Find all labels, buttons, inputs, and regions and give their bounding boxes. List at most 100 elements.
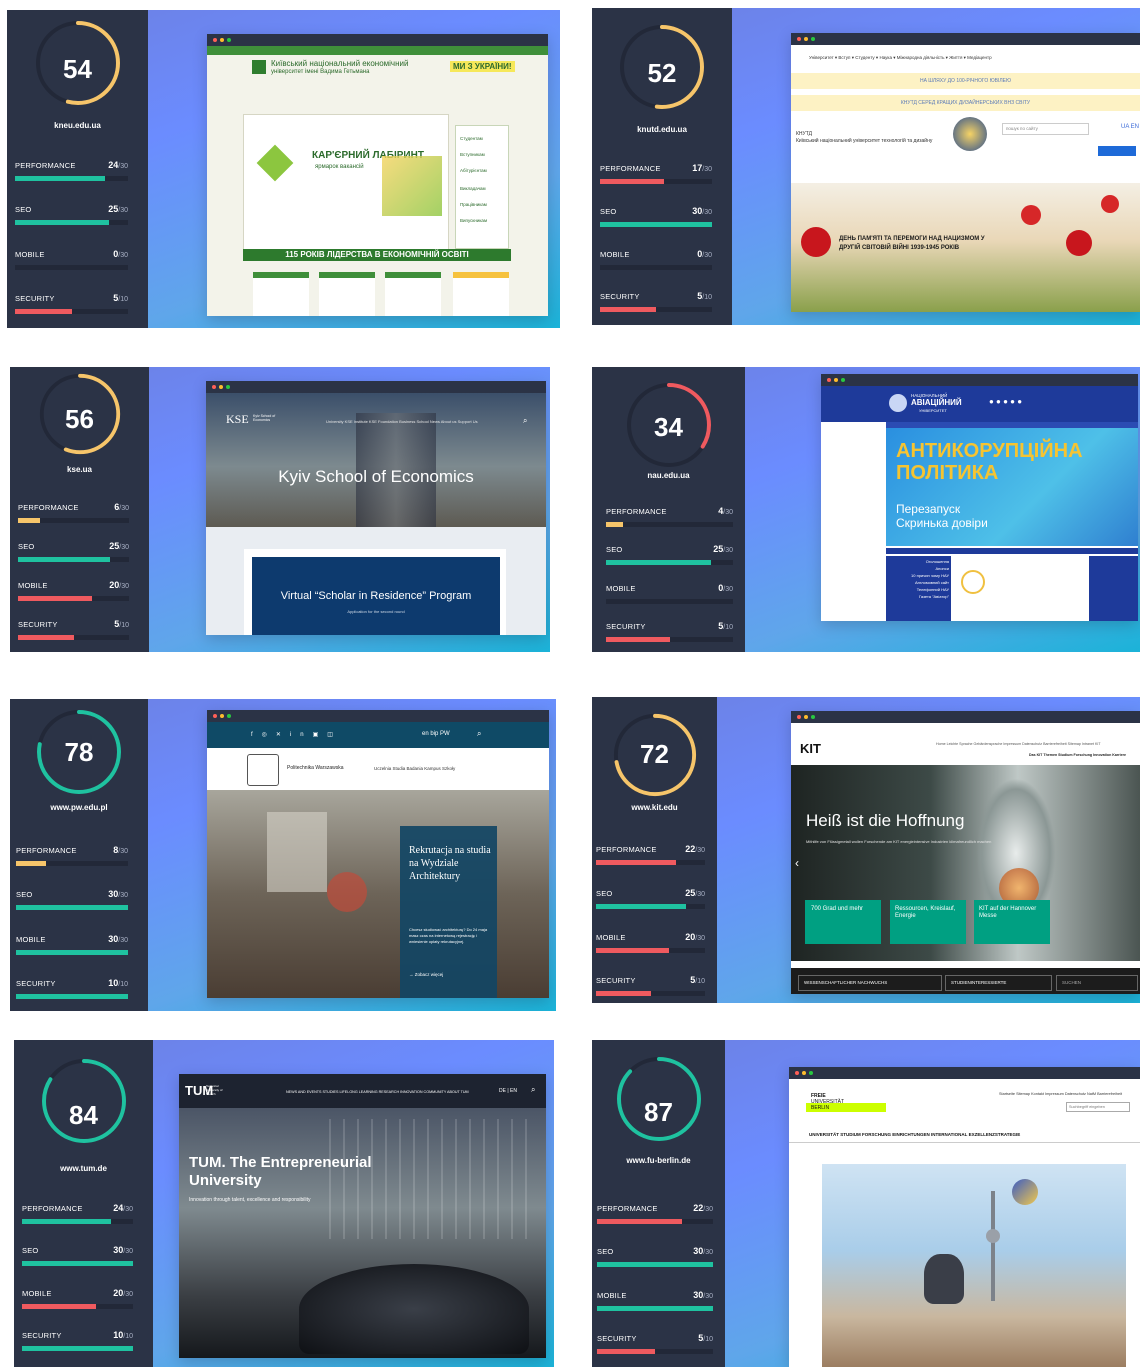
overall-score: 54 (63, 54, 92, 84)
metric-seo: SEO 30/30 (22, 1245, 133, 1272)
feature-tile[interactable]: Ressourcen, Kreislauf, Energie (895, 906, 961, 920)
search-icon[interactable]: ⌕ (523, 416, 527, 426)
metric-security: SECURITY 5/10 (18, 619, 129, 646)
site-nav[interactable]: Університет ▾ Вступ ▾ Студенту ▾ Наука ▾… (809, 55, 992, 61)
feature-card-link[interactable]: → Zobacz więcej (409, 972, 443, 977)
bottom-link[interactable]: WISSENSCHAFTLICHER NACHWUCHS (798, 975, 942, 991)
side-menu-item[interactable]: Англомовний сайт (889, 580, 949, 585)
metric-bar (16, 950, 128, 955)
site-nav[interactable]: UNIVERSITÄT STUDIUM FORSCHUNG EINRICHTUN… (809, 1132, 1020, 1137)
site-nav[interactable]: NEWS AND EVENTS STUDIES LIFELONG LEARNIN… (286, 1090, 469, 1094)
search-icon[interactable]: ⌕ (531, 1085, 535, 1095)
social-icons[interactable]: f◎✕in▣◫ (251, 731, 342, 738)
hero-title: Kyiv School of Economics (278, 467, 474, 486)
score-panel: 87 www.fu-berlin.de PERFORMANCE 22/30 SEO… (592, 1040, 725, 1367)
metric-performance: PERFORMANCE 17/30 (600, 163, 712, 190)
side-link[interactable]: Випускникам (460, 218, 487, 223)
side-menu-item[interactable]: Анонси (889, 566, 949, 571)
side-menu-item[interactable]: 10 причин чому НАУ (889, 573, 949, 578)
metric-bar (597, 1349, 655, 1354)
card-kse: 56 kse.ua PERFORMANCE 6/30 SEO 25/30 MOBIL… (10, 367, 550, 652)
banner-footer: 115 РОКІВ ЛІДЕРСТВА В ЕКОНОМІЧНІЙ ОСВІТІ (243, 249, 511, 261)
overall-score: 56 (65, 404, 94, 434)
top-links[interactable]: en bip PW (422, 731, 450, 737)
site-nav[interactable]: Uczelnia Studia Badania Kampus Szkoły (374, 766, 455, 771)
logo-bottom: УНІВЕРСИТЕТ (919, 408, 947, 413)
card-fu-berlin: 87 www.fu-berlin.de PERFORMANCE 22/30 SEO… (592, 1040, 1140, 1367)
feature-card-title[interactable]: Rekrutacja na studia na Wydziale Archite… (409, 844, 491, 883)
browser-window: KSE Kyiv School of Economics University … (206, 381, 546, 635)
uni-full: Київський національний університет техно… (796, 138, 933, 144)
side-menu-item[interactable]: Газета "Авіатор" (889, 594, 949, 599)
metric-bar (22, 1261, 133, 1266)
hero-title: University (189, 1172, 262, 1189)
site-domain: kneu.edu.ua (54, 121, 101, 130)
site-logo[interactable]: KSE (226, 412, 249, 427)
side-link[interactable]: Викладачам (460, 186, 486, 191)
browser-titlebar (207, 34, 548, 46)
university-name[interactable]: Politechnika Warszawska (287, 765, 344, 771)
site-domain: knutd.edu.ua (637, 125, 687, 134)
site-nav[interactable]: University KSE Institute KSE Foundation … (326, 419, 478, 424)
score-panel: 56 kse.ua PERFORMANCE 6/30 SEO 25/30 MOBIL… (10, 367, 149, 652)
carousel-prev[interactable]: ‹ (795, 856, 799, 870)
side-link[interactable]: Вступникам (460, 152, 485, 157)
notice-banner: КНУТД СЕРЕД КРАЩИХ ДИЗАЙНЕРСЬКИХ ВНЗ СВІ… (791, 95, 1140, 111)
feature-tile[interactable]: KIT auf der Hannover Messe (979, 906, 1045, 920)
search-input[interactable]: пошук по сайту (1002, 123, 1089, 135)
metric-mobile: MOBILE 30/30 (16, 934, 128, 961)
top-links[interactable]: Startseite Sitemap Kontakt Impressum Dat… (999, 1092, 1122, 1096)
side-link[interactable]: Працівникам (460, 202, 487, 207)
side-menu-item[interactable]: Телефонний НАУ (889, 587, 949, 592)
metric-bar (22, 1304, 97, 1309)
site-domain: www.pw.edu.pl (50, 803, 108, 812)
metric-seo: SEO 25/30 (596, 888, 705, 915)
site-logo[interactable]: KIT (800, 741, 821, 756)
search-input[interactable]: SUCHEN (1056, 975, 1138, 991)
site-nav[interactable]: Das KIT Themen Studium Forschung Innovat… (1029, 753, 1126, 757)
banner-text: Перезапуск (896, 502, 961, 516)
search-input[interactable]: Suchbegriff eingeben (1066, 1102, 1130, 1112)
overall-score: 87 (644, 1097, 673, 1127)
site-domain: www.fu-berlin.de (626, 1156, 691, 1165)
side-menu-item[interactable]: Оголошення (889, 559, 949, 564)
search-icon[interactable]: ⌕ (477, 729, 481, 739)
language-switcher[interactable]: UA EN (1121, 124, 1139, 130)
site-screenshot: НАЦІОНАЛЬНИЙ АВІАЦІЙНИЙ УНІВЕРСИТЕТ ● ● … (821, 386, 1138, 621)
side-link[interactable]: Студентам (460, 136, 483, 141)
logo-line: BERLIN (811, 1105, 830, 1111)
browser-window: TUM Technical University of Munich NEWS … (179, 1074, 546, 1358)
site-screenshot: f◎✕in▣◫ en bip PW ⌕ Politechnika Warszaw… (207, 722, 549, 998)
site-slogan: МИ З УКРАЇНИ! (450, 61, 515, 72)
social-icons[interactable]: ● ● ● ● ● (989, 397, 1022, 406)
overall-score: 72 (640, 739, 669, 769)
card-kit: 72 www.kit.edu PERFORMANCE 22/30 SEO 25/30… (592, 697, 1140, 1003)
metric-bar (18, 557, 111, 562)
metric-bar (22, 1346, 133, 1351)
bottom-link[interactable]: STUDIENINTERESSIERTE (945, 975, 1052, 991)
metric-bar (596, 991, 651, 996)
language-switcher[interactable]: DE | EN (499, 1088, 517, 1094)
metric-mobile: MOBILE 20/30 (596, 932, 705, 959)
metric-bar (18, 596, 93, 601)
browser-titlebar (791, 33, 1140, 45)
hero-title: TUM. The Entrepreneurial (189, 1154, 372, 1171)
browser-titlebar (207, 710, 549, 722)
metric-performance: PERFORMANCE 22/30 (597, 1203, 713, 1230)
metric-performance: PERFORMANCE 24/30 (22, 1203, 133, 1230)
card-kneu: 54 kneu.edu.ua PERFORMANCE 24/30 SEO 25/30… (7, 10, 560, 328)
browser-titlebar (206, 381, 546, 393)
feature-tile[interactable]: 700 Grad und mehr (811, 906, 877, 913)
site-screenshot: KSE Kyiv School of Economics University … (206, 393, 546, 635)
score-panel: 72 www.kit.edu PERFORMANCE 22/30 SEO 25/30… (592, 697, 717, 1003)
browser-window: НАЦІОНАЛЬНИЙ АВІАЦІЙНИЙ УНІВЕРСИТЕТ ● ● … (821, 374, 1138, 621)
program-title[interactable]: Virtual “Scholar in Residence” Program (252, 590, 500, 602)
metric-bar (596, 904, 687, 909)
program-subtitle: Application for the second round (347, 609, 405, 614)
top-links[interactable]: Home Leichte Sprache Gebärdensprache Imp… (936, 742, 1101, 746)
metric-bar (15, 309, 72, 314)
overall-score: 84 (69, 1100, 98, 1130)
score-panel: 54 kneu.edu.ua PERFORMANCE 24/30 SEO 25/30… (7, 10, 148, 328)
side-link[interactable]: Абітурієнтам (460, 168, 487, 173)
metric-mobile: MOBILE 20/30 (22, 1288, 133, 1315)
